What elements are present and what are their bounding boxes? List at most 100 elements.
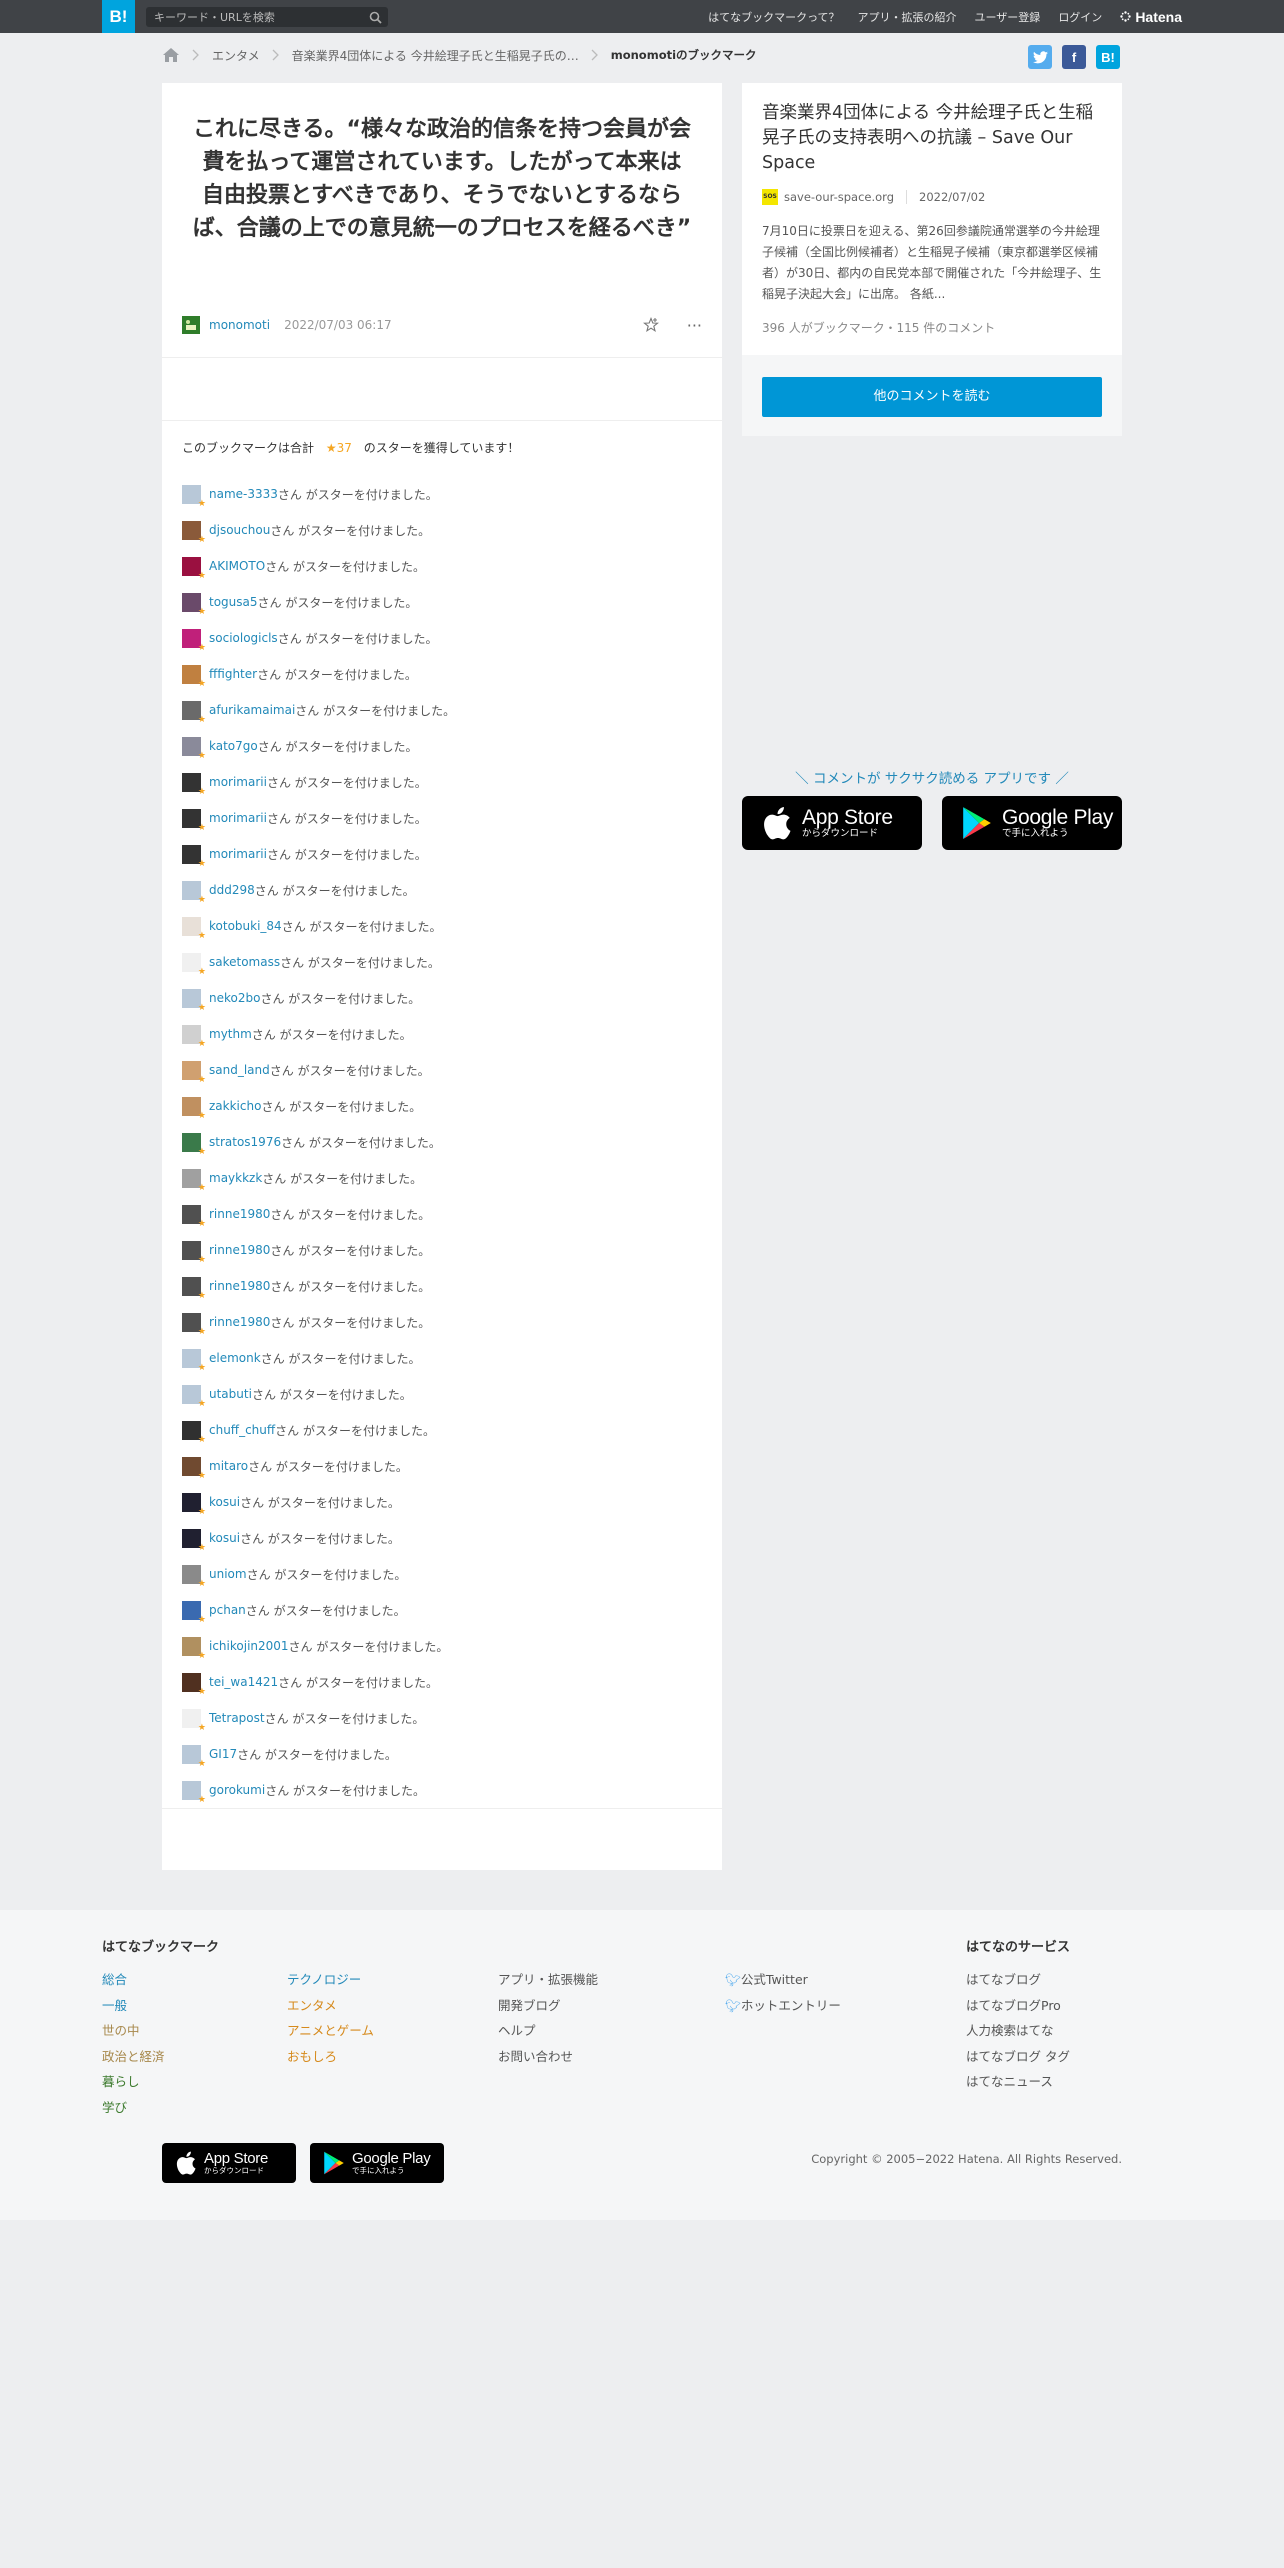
star-user-name[interactable]: ichikojin2001: [209, 1639, 289, 1653]
star-user-avatar[interactable]: ★: [182, 880, 206, 904]
star-user-name[interactable]: sand_land: [209, 1063, 270, 1077]
star-user-name[interactable]: kosui: [209, 1495, 240, 1509]
star-user-avatar[interactable]: ★: [182, 1276, 206, 1300]
star-user-name[interactable]: djsouchou: [209, 523, 270, 537]
star-user-name[interactable]: togusa5: [209, 595, 258, 609]
star-user-avatar[interactable]: ★: [182, 1096, 206, 1120]
home-icon[interactable]: [162, 47, 180, 63]
footer-link-twitter[interactable]: 🐦︎公式Twitter: [725, 1969, 841, 1995]
star-user-avatar[interactable]: ★: [182, 556, 206, 580]
star-user-name[interactable]: fffighter: [209, 667, 257, 681]
footer-app-store-badge[interactable]: App Store からダウンロード: [162, 2143, 296, 2183]
star-user-avatar[interactable]: ★: [182, 1564, 206, 1588]
hatena-share-button[interactable]: B!: [1096, 45, 1120, 69]
star-user-avatar[interactable]: ★: [182, 1492, 206, 1516]
footer-google-play-badge[interactable]: Google Play で手に入れよう: [310, 2143, 444, 2183]
user-avatar[interactable]: [182, 316, 200, 334]
footer-link-general[interactable]: 一般: [102, 1995, 165, 2021]
twitter-share-button[interactable]: [1028, 45, 1052, 69]
footer-service-q[interactable]: 人力検索はてな: [966, 2020, 1070, 2046]
star-user-name[interactable]: Tetrapost: [209, 1711, 265, 1725]
star-user-avatar[interactable]: ★: [182, 772, 206, 796]
star-user-avatar[interactable]: ★: [182, 1240, 206, 1264]
breadcrumb-entry[interactable]: 音楽業界4団体による 今井絵理子氏と生稲晃子氏の…: [292, 47, 579, 64]
star-user-name[interactable]: GI17: [209, 1747, 237, 1761]
footer-link-it[interactable]: テクノロジー: [287, 1969, 374, 1995]
star-user-name[interactable]: name-3333: [209, 487, 278, 501]
star-user-name[interactable]: sociologicls: [209, 631, 278, 645]
footer-link-fun[interactable]: おもしろ: [287, 2046, 374, 2072]
star-user-avatar[interactable]: ★: [182, 1348, 206, 1372]
footer-link-life[interactable]: 暮らし: [102, 2071, 165, 2097]
entry-stats[interactable]: 396 人がブックマーク・115 件のコメント: [762, 319, 995, 336]
read-other-comments-button[interactable]: 他のコメントを読む: [762, 377, 1102, 417]
nav-about[interactable]: はてなブックマークって？: [708, 9, 839, 25]
star-user-avatar[interactable]: ★: [182, 1168, 206, 1192]
search-input[interactable]: [146, 7, 361, 27]
star-user-avatar[interactable]: ★: [182, 952, 206, 976]
star-user-name[interactable]: zakkicho: [209, 1099, 261, 1113]
star-user-avatar[interactable]: ★: [182, 1636, 206, 1660]
footer-link-entertainment[interactable]: エンタメ: [287, 1995, 374, 2021]
star-user-name[interactable]: rinne1980: [209, 1279, 270, 1293]
star-user-avatar[interactable]: ★: [182, 1672, 206, 1696]
star-user-avatar[interactable]: ★: [182, 1780, 206, 1804]
more-options-icon[interactable]: ···: [687, 316, 702, 335]
bookmark-user[interactable]: monomoti: [209, 318, 270, 332]
footer-link-dev-blog[interactable]: 開発ブログ: [498, 1995, 598, 2021]
footer-link-apps[interactable]: アプリ・拡張機能: [498, 1969, 598, 1995]
star-user-name[interactable]: mitaro: [209, 1459, 248, 1473]
star-count[interactable]: ★37: [326, 441, 352, 455]
star-user-name[interactable]: AKIMOTO: [209, 559, 265, 573]
footer-service-blog-pro[interactable]: はてなブログPro: [966, 1995, 1070, 2021]
entry-title[interactable]: 音楽業界4団体による 今井絵理子氏と生稲晃子氏の支持表明への抗議 – Save …: [762, 101, 1102, 176]
star-user-avatar[interactable]: ★: [182, 1600, 206, 1624]
star-user-name[interactable]: kosui: [209, 1531, 240, 1545]
google-play-badge[interactable]: Google Play で手に入れよう: [942, 796, 1122, 850]
star-user-avatar[interactable]: ★: [182, 1060, 206, 1084]
star-user-avatar[interactable]: ★: [182, 1708, 206, 1732]
star-user-avatar[interactable]: ★: [182, 1024, 206, 1048]
breadcrumb-category[interactable]: エンタメ: [212, 47, 260, 64]
star-user-name[interactable]: rinne1980: [209, 1243, 270, 1257]
star-user-avatar[interactable]: ★: [182, 916, 206, 940]
footer-service-news[interactable]: はてなニュース: [966, 2071, 1070, 2097]
star-user-name[interactable]: saketomass: [209, 955, 280, 969]
star-user-avatar[interactable]: ★: [182, 520, 206, 544]
star-user-name[interactable]: elemonk: [209, 1351, 261, 1365]
hatena-bookmark-logo[interactable]: B!: [102, 0, 135, 33]
entry-domain[interactable]: save-our-space.org: [784, 190, 894, 204]
nav-register[interactable]: ユーザー登録: [975, 9, 1041, 25]
app-store-badge[interactable]: App Store からダウンロード: [742, 796, 922, 850]
facebook-share-button[interactable]: f: [1062, 45, 1086, 69]
star-user-name[interactable]: chuff_chuff: [209, 1423, 275, 1437]
star-user-avatar[interactable]: ★: [182, 664, 206, 688]
star-user-avatar[interactable]: ★: [182, 592, 206, 616]
footer-link-social[interactable]: 世の中: [102, 2020, 165, 2046]
search-icon[interactable]: [369, 11, 382, 24]
star-user-avatar[interactable]: ★: [182, 700, 206, 724]
footer-link-help[interactable]: ヘルプ: [498, 2020, 598, 2046]
star-user-avatar[interactable]: ★: [182, 1204, 206, 1228]
star-user-name[interactable]: tei_wa1421: [209, 1675, 278, 1689]
star-user-name[interactable]: afurikamaimai: [209, 703, 295, 717]
footer-link-contact[interactable]: お問い合わせ: [498, 2046, 598, 2072]
nav-login[interactable]: ログイン: [1058, 9, 1102, 25]
star-user-avatar[interactable]: ★: [182, 736, 206, 760]
footer-service-blog-tags[interactable]: はてなブログ タグ: [966, 2046, 1070, 2072]
footer-link-hotentry[interactable]: 🐦︎ホットエントリー: [725, 1995, 841, 2021]
star-user-name[interactable]: morimarii: [209, 847, 267, 861]
star-user-name[interactable]: maykkzk: [209, 1171, 262, 1185]
star-user-avatar[interactable]: ★: [182, 808, 206, 832]
star-user-avatar[interactable]: ★: [182, 1132, 206, 1156]
star-user-avatar[interactable]: ★: [182, 988, 206, 1012]
star-user-name[interactable]: utabuti: [209, 1387, 252, 1401]
star-user-name[interactable]: kotobuki_84: [209, 919, 282, 933]
footer-link-economics[interactable]: 政治と経済: [102, 2046, 165, 2072]
star-user-avatar[interactable]: ★: [182, 628, 206, 652]
star-user-avatar[interactable]: ★: [182, 1312, 206, 1336]
footer-link-knowledge[interactable]: 学び: [102, 2097, 165, 2123]
footer-link-all[interactable]: 総合: [102, 1969, 165, 1995]
star-user-avatar[interactable]: ★: [182, 1744, 206, 1768]
hatena-brand-link[interactable]: Hatena: [1120, 9, 1182, 25]
